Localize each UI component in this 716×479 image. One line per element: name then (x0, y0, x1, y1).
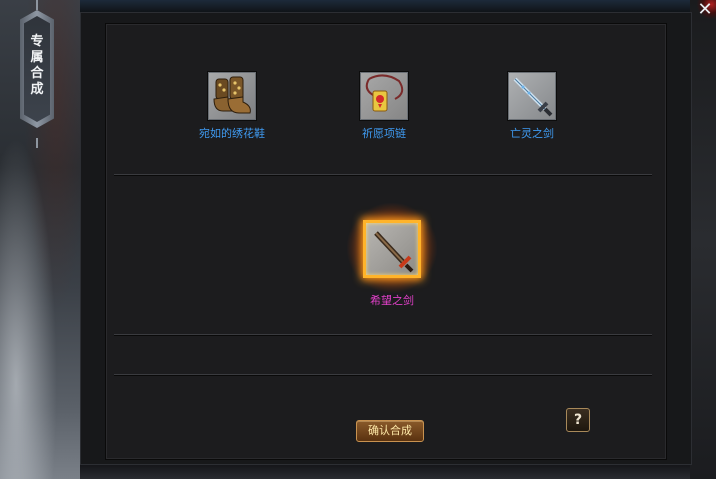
synthesis-window: 宛如的绣花鞋 祈愿项链 亡灵之剑 希望之剑 确认合成 ? (80, 12, 692, 465)
tab-label: 专 属 合 成 (20, 34, 54, 98)
close-icon: ✕ (697, 0, 713, 20)
divider (114, 374, 652, 375)
material-slot[interactable] (508, 72, 556, 120)
material-name: 亡灵之剑 (510, 127, 554, 140)
tab-label-char: 属 (30, 50, 44, 65)
help-button[interactable]: ? (566, 408, 590, 432)
material-slot[interactable] (208, 72, 256, 120)
tab-label-char: 合 (30, 66, 44, 81)
background-scenery-right (690, 0, 716, 479)
result-name: 希望之剑 (370, 294, 414, 307)
prayer-necklace-icon (365, 74, 404, 112)
material-item[interactable]: 祈愿项链 (334, 72, 434, 141)
game-screen: 专 属 合 成 ✕ 宛如的绣花鞋 祈愿项链 亡灵之剑 希望之剑 确认合成 ? (0, 0, 716, 479)
exclusive-synthesis-tab[interactable]: 专 属 合 成 (20, 0, 54, 148)
material-name: 宛如的绣花鞋 (199, 127, 265, 140)
undead-sword-icon (513, 77, 553, 117)
tab-label-char: 专 (30, 34, 44, 49)
tab-label-char: 成 (30, 82, 44, 97)
divider (114, 334, 652, 335)
divider (114, 174, 652, 175)
embroidered-boots-icon (213, 76, 251, 114)
material-name: 祈愿项链 (362, 127, 406, 140)
bottom-frame-strip (80, 465, 690, 479)
hope-sword-icon (374, 231, 414, 273)
synthesis-panel: 宛如的绣花鞋 祈愿项链 亡灵之剑 希望之剑 确认合成 ? (105, 23, 667, 460)
material-slot[interactable] (360, 72, 408, 120)
material-item[interactable]: 亡灵之剑 (482, 72, 582, 141)
result-item[interactable]: 希望之剑 (346, 202, 438, 308)
material-item[interactable]: 宛如的绣花鞋 (182, 72, 282, 141)
tab-hanger-top (36, 0, 38, 10)
result-slot[interactable] (363, 220, 421, 278)
close-button[interactable]: ✕ (694, 0, 716, 22)
tab-hanger-bottom (36, 138, 38, 148)
confirm-synthesis-button[interactable]: 确认合成 (356, 420, 424, 442)
